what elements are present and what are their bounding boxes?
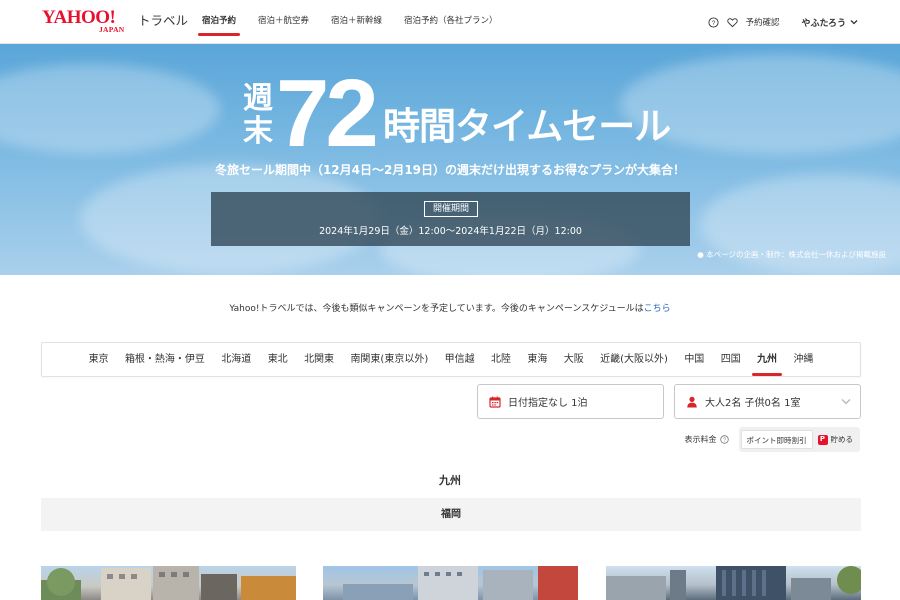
region-tab-kita-kanto[interactable]: 北関東 (296, 342, 342, 377)
notice-text: Yahoo!トラベルでは、今後も類似キャンペーンを予定しています。今後のキャンペ… (229, 304, 644, 314)
period-box: 開催期間 2024年1月29日（金）12:00〜2024年1月22日（月）12:… (211, 192, 690, 246)
help-icon[interactable]: ? (719, 435, 729, 444)
banner-subheadline: 冬旅セール期間中（12月4日〜2月19日）の週末だけ出現するお得なプランが大集合… (214, 163, 686, 177)
schedule-link[interactable]: こちら (644, 304, 671, 314)
user-menu[interactable]: やふたろう (802, 16, 858, 29)
option-earn-points[interactable]: P 貯める (813, 430, 859, 449)
hotel-card-image[interactable] (323, 566, 578, 600)
region-tab-minami-kanto[interactable]: 南関東(東京以外) (342, 342, 436, 377)
hotel-photo (606, 566, 861, 600)
option-earn-points-label: 貯める (830, 435, 854, 444)
chevron-down-icon (850, 20, 858, 25)
region-tab-hakone-atami-izu[interactable]: 箱根・熱海・伊豆 (117, 342, 213, 377)
region-tab-chugoku[interactable]: 中国 (676, 342, 712, 377)
heart-icon[interactable] (726, 17, 738, 28)
main-nav: 宿泊予約 宿泊＋航空券 宿泊＋新幹線 宿泊予約（各社プラン） (196, 0, 514, 44)
option-point-discount[interactable]: ポイント即時割引 (740, 430, 813, 449)
nav-hotel-partner-plans[interactable]: 宿泊予約（各社プラン） (398, 0, 504, 44)
hotel-card-image[interactable] (41, 566, 296, 600)
logo-japan: JAPAN (99, 25, 125, 34)
region-tab-kinki[interactable]: 近畿(大阪以外) (592, 342, 676, 377)
prefecture-header: 福岡 (41, 498, 861, 531)
region-tab-okinawa[interactable]: 沖縄 (785, 342, 821, 377)
region-tabs: 東京 箱根・熱海・伊豆 北海道 東北 北関東 南関東(東京以外) 甲信越 北陸 … (41, 342, 861, 377)
site-header: YAHOO! JAPAN トラベル 宿泊予約 宿泊＋航空券 宿泊＋新幹線 宿泊予… (0, 0, 900, 44)
region-tab-tokyo[interactable]: 東京 (80, 342, 116, 377)
hotel-card-image[interactable] (606, 566, 861, 600)
period-dates: 2024年1月29日（金）12:00〜2024年1月22日（月）12:00 (319, 226, 582, 237)
region-tab-koshinetsu[interactable]: 甲信越 (436, 342, 482, 377)
user-name: やふたろう (801, 18, 846, 29)
price-display-toggle: ポイント即時割引 P 貯める (738, 427, 860, 452)
region-tab-hokkaido[interactable]: 北海道 (213, 342, 259, 377)
person-icon (686, 396, 698, 408)
region-tab-osaka[interactable]: 大阪 (556, 342, 592, 377)
guest-selector-value: 大人2名 子供0名 1室 (705, 398, 801, 409)
nav-hotel-flight[interactable]: 宿泊＋航空券 (252, 0, 315, 44)
region-tab-tohoku[interactable]: 東北 (260, 342, 296, 377)
campaign-notice: Yahoo!トラベルでは、今後も類似キャンペーンを予定しています。今後のキャンペ… (0, 301, 900, 314)
help-icon[interactable]: ? (707, 16, 719, 28)
price-display-row: 表示料金 ? ポイント即時割引 P 貯める (684, 427, 860, 452)
region-tab-hokuriku[interactable]: 北陸 (483, 342, 519, 377)
period-label: 開催期間 (424, 201, 478, 217)
paypay-icon: P (817, 434, 828, 445)
svg-text:?: ? (711, 20, 715, 27)
date-selector-value: 日付指定なし 1泊 (508, 398, 588, 409)
logo-service-name: トラベル (138, 13, 189, 28)
calendar-icon (489, 396, 501, 408)
section-title: 九州 (439, 474, 461, 487)
chevron-down-icon (841, 399, 851, 405)
price-display-label: 表示料金 (684, 435, 717, 444)
banner-headline-number: 72 (276, 60, 379, 167)
hotel-photo (41, 566, 296, 600)
nav-hotel-shinkansen[interactable]: 宿泊＋新幹線 (325, 0, 388, 44)
banner-headline-text: 時間タイムセール (383, 105, 671, 148)
campaign-banner: 週末 72 時間タイムセール 冬旅セール期間中（12月4日〜2月19日）の週末だ… (0, 44, 900, 275)
region-tab-shikoku[interactable]: 四国 (713, 342, 749, 377)
banner-credit: ● 本ページの企画・制作：株式会社一休および掲載施設 (697, 250, 886, 259)
nav-hotel-booking[interactable]: 宿泊予約 (196, 0, 242, 44)
date-selector[interactable]: 日付指定なし 1泊 (477, 384, 664, 419)
svg-text:?: ? (722, 438, 725, 444)
region-tab-tokai[interactable]: 東海 (519, 342, 555, 377)
header-actions: ? 予約確認 やふたろう (707, 0, 858, 44)
guest-selector[interactable]: 大人2名 子供0名 1室 (674, 384, 861, 419)
banner-headline-prefix: 週末 (243, 81, 273, 149)
reservation-check-link[interactable]: 予約確認 (746, 16, 780, 28)
hotel-photo (343, 566, 578, 600)
region-tab-kyushu[interactable]: 九州 (749, 342, 785, 377)
